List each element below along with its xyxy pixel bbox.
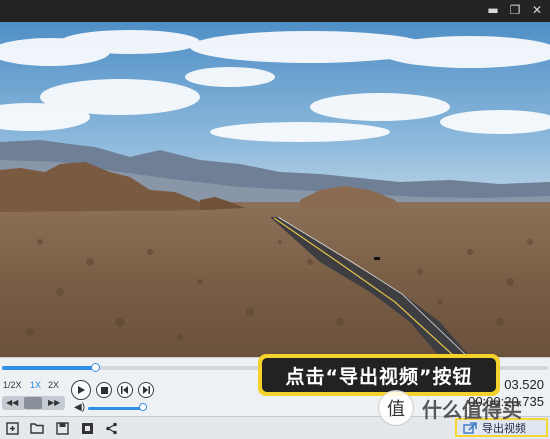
- speed-2x[interactable]: 2X: [48, 380, 59, 390]
- speed-slider-handle[interactable]: [24, 397, 42, 409]
- previous-frame-button[interactable]: [117, 382, 133, 398]
- prev-frame-icon: [121, 386, 128, 394]
- faster-icon[interactable]: ▶▶: [48, 397, 60, 409]
- stop-button[interactable]: [96, 382, 112, 398]
- watermark-text: 什么值得买: [422, 397, 522, 422]
- video-preview[interactable]: [0, 22, 550, 357]
- volume-handle[interactable]: [139, 403, 147, 411]
- watermark-logo-icon: 值: [378, 390, 414, 426]
- next-frame-icon: [143, 386, 150, 394]
- play-button[interactable]: [71, 380, 91, 400]
- stop-icon: [100, 386, 108, 394]
- next-frame-button[interactable]: [138, 382, 154, 398]
- share-icon[interactable]: [103, 420, 119, 436]
- progress-handle[interactable]: [90, 363, 100, 372]
- minimize-icon[interactable]: ▬: [486, 3, 500, 17]
- watermark-logo-glyph: 值: [387, 399, 405, 419]
- restore-icon[interactable]: ❐: [508, 3, 522, 17]
- title-bar: ▬ ❐ ✕: [0, 0, 550, 22]
- save-icon[interactable]: [54, 420, 70, 436]
- slower-icon[interactable]: ◀◀: [6, 397, 18, 409]
- speed-half[interactable]: 1/2X: [3, 380, 22, 390]
- progress-fill: [2, 366, 95, 370]
- video-frame-image: [0, 22, 550, 357]
- volume-slider[interactable]: [88, 407, 144, 410]
- film-add-icon[interactable]: [4, 420, 20, 436]
- callout-box: 点击“导出视频”按钮: [262, 358, 496, 392]
- callout-text: 点击“导出视频”按钮: [285, 365, 473, 388]
- watermark: 值 什么值得买: [378, 388, 544, 428]
- speed-slider[interactable]: ◀◀ ▶▶: [2, 396, 65, 410]
- volume-icon[interactable]: ◀): [74, 402, 85, 413]
- speed-1x[interactable]: 1X: [30, 380, 41, 390]
- trim-icon[interactable]: [79, 420, 95, 436]
- folder-open-icon[interactable]: [29, 420, 45, 436]
- play-icon: [78, 386, 85, 394]
- close-icon[interactable]: ✕: [530, 3, 544, 17]
